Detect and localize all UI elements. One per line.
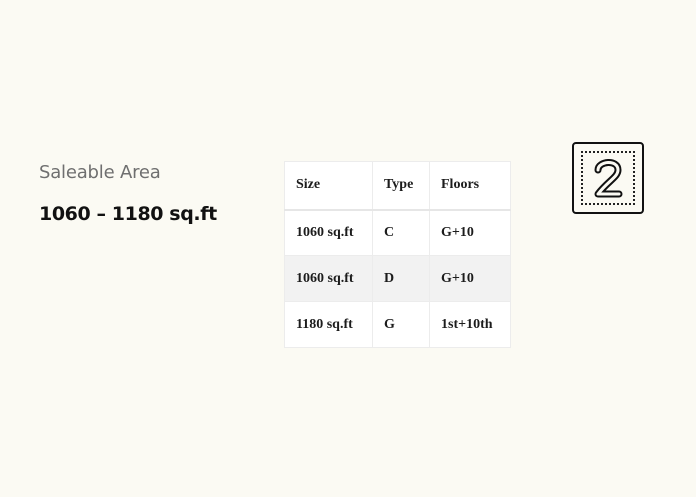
cell-size: 1060 sq.ft xyxy=(284,255,373,302)
column-header-type: Type xyxy=(372,161,430,211)
table-row: 1060 sq.ft C G+10 xyxy=(284,209,511,256)
column-header-floors: Floors xyxy=(429,161,511,211)
table-header-row: Size Type Floors xyxy=(284,161,511,211)
unit-table: Size Type Floors 1060 sq.ft C G+10 1060 … xyxy=(284,161,511,348)
cell-type: G xyxy=(372,301,430,348)
cell-size: 1060 sq.ft xyxy=(284,209,373,256)
saleable-area-value: 1060 – 1180 sq.ft xyxy=(39,203,217,225)
cell-type: D xyxy=(372,255,430,302)
cell-floors: 1st+10th xyxy=(429,301,511,348)
table-row: 1180 sq.ft G 1st+10th xyxy=(284,301,511,348)
saleable-area-label: Saleable Area xyxy=(39,162,161,183)
cell-floors: G+10 xyxy=(429,209,511,256)
cell-size: 1180 sq.ft xyxy=(284,301,373,348)
table-row: 1060 sq.ft D G+10 xyxy=(284,255,511,302)
cell-floors: G+10 xyxy=(429,255,511,302)
number-2-icon xyxy=(572,142,644,214)
column-header-size: Size xyxy=(284,161,373,211)
cell-type: C xyxy=(372,209,430,256)
